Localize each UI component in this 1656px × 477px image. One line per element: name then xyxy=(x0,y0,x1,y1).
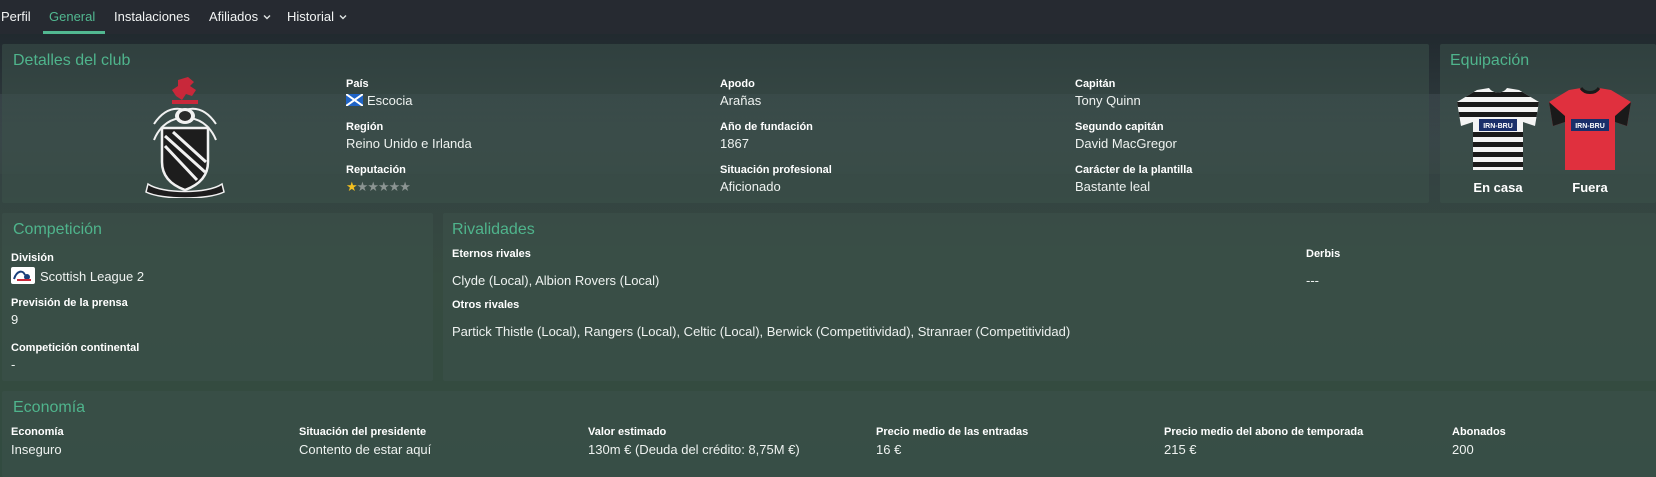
tab-instalaciones[interactable]: Instalaciones xyxy=(114,0,190,34)
precio-abono-label: Precio medio del abono de temporada xyxy=(1164,426,1364,438)
panel-title: Economía xyxy=(13,399,86,416)
fundacion-value: 1867 xyxy=(720,136,749,151)
apodo-value: Arañas xyxy=(720,93,762,108)
eternos-value[interactable]: Clyde (Local), Albion Rovers (Local) xyxy=(452,273,659,288)
league-logo-icon xyxy=(11,267,35,284)
club-crest-icon xyxy=(145,77,225,198)
panel-title: Detalles del club xyxy=(13,52,131,69)
star-icon: ★ xyxy=(367,179,379,194)
reputation-stars: ★★★★★★ xyxy=(346,179,411,195)
pais-text: Escocia xyxy=(367,93,413,108)
segundo-capitan-label: Segundo capitán xyxy=(1075,121,1164,133)
tab-perfil[interactable]: Perfil xyxy=(1,0,31,34)
tab-label: General xyxy=(49,9,96,24)
star-icon: ★ xyxy=(399,179,411,194)
precio-entradas-value: 16 € xyxy=(876,442,902,457)
tab-historial[interactable]: Historial xyxy=(287,0,348,34)
prevision-label: Previsión de la prensa xyxy=(11,297,128,309)
star-icon: ★ xyxy=(356,179,369,194)
precio-abono-value: 215 € xyxy=(1164,442,1197,457)
caracter-label: Carácter de la plantilla xyxy=(1075,164,1193,176)
tab-label: Historial xyxy=(287,9,334,24)
abonados-label: Abonados xyxy=(1452,426,1506,438)
chevron-down-icon xyxy=(263,15,271,20)
pais-value: Escocia xyxy=(346,93,413,108)
prevision-value: 9 xyxy=(11,312,19,327)
tab-afiliados[interactable]: Afiliados xyxy=(209,0,272,34)
division-value[interactable]: Scottish League 2 xyxy=(11,267,144,284)
club-details-panel: Detalles del club País Escocia Región Re… xyxy=(2,44,1429,203)
star-icon: ★ xyxy=(346,179,358,194)
sponsor-text: IRN-BRU xyxy=(1575,123,1605,130)
tab-label: Afiliados xyxy=(209,9,259,24)
otros-value[interactable]: Partick Thistle (Local), Rangers (Local)… xyxy=(452,324,1070,339)
valor-value: 130m € (Deuda del crédito: 8,75M €) xyxy=(588,442,800,457)
pais-label: País xyxy=(346,78,369,90)
tab-label: Perfil xyxy=(1,9,31,24)
sponsor-text: IRN-BRU xyxy=(1483,123,1513,130)
rivalries-panel: Rivalidades Eternos rivales Clyde (Local… xyxy=(443,213,1656,381)
chevron-down-icon xyxy=(339,15,347,20)
panel-title: Equipación xyxy=(1450,52,1530,69)
top-nav-bar: Perfil General Instalaciones Afiliados H… xyxy=(0,0,1656,34)
economia-value: Inseguro xyxy=(11,442,62,457)
presidente-value: Contento de estar aquí xyxy=(299,442,432,457)
segundo-capitan-value[interactable]: David MacGregor xyxy=(1075,136,1177,151)
economia-label: Economía xyxy=(11,426,64,438)
away-kit-icon[interactable]: IRN-BRU xyxy=(1547,86,1633,172)
precio-entradas-label: Precio medio de las entradas xyxy=(876,426,1029,438)
tab-label: Instalaciones xyxy=(114,9,190,24)
panel-title: Rivalidades xyxy=(452,221,535,238)
continental-value: - xyxy=(11,357,16,372)
economy-panel: Economía Economía Inseguro Situación del… xyxy=(2,391,1656,477)
scotland-flag-icon xyxy=(346,94,363,106)
home-kit-label: En casa xyxy=(1473,180,1523,195)
reputacion-label: Reputación xyxy=(346,164,406,176)
valor-label: Valor estimado xyxy=(588,426,667,438)
abonados-value: 200 xyxy=(1452,442,1474,457)
derbis-value: --- xyxy=(1306,273,1319,288)
kit-panel: Equipación IRN-BRU IRN-BRU En casa Fuera xyxy=(1440,44,1656,203)
division-text: Scottish League 2 xyxy=(40,269,145,284)
away-kit-label: Fuera xyxy=(1572,180,1608,195)
derbis-label: Derbis xyxy=(1306,248,1341,260)
home-kit-icon[interactable]: IRN-BRU xyxy=(1455,86,1541,172)
caracter-value: Bastante leal xyxy=(1075,179,1151,194)
star-icon: ★ xyxy=(377,179,390,194)
region-value: Reino Unido e Irlanda xyxy=(346,136,472,151)
tab-general[interactable]: General xyxy=(43,0,106,34)
region-label: Región xyxy=(346,121,384,133)
division-label: División xyxy=(11,252,54,264)
situacion-label: Situación profesional xyxy=(720,164,832,176)
continental-label: Competición continental xyxy=(11,342,140,354)
situacion-value: Aficionado xyxy=(720,179,781,194)
panel-title: Competición xyxy=(13,221,102,238)
star-icon: ★ xyxy=(388,179,401,194)
capitan-label: Capitán xyxy=(1075,78,1116,90)
presidente-label: Situación del presidente xyxy=(299,426,427,438)
apodo-label: Apodo xyxy=(720,78,755,90)
capitan-value[interactable]: Tony Quinn xyxy=(1075,93,1141,108)
fundacion-label: Año de fundación xyxy=(720,121,813,133)
competition-panel: Competición División Scottish League 2 P… xyxy=(2,213,433,381)
otros-label: Otros rivales xyxy=(452,299,520,311)
eternos-label: Eternos rivales xyxy=(452,248,531,260)
